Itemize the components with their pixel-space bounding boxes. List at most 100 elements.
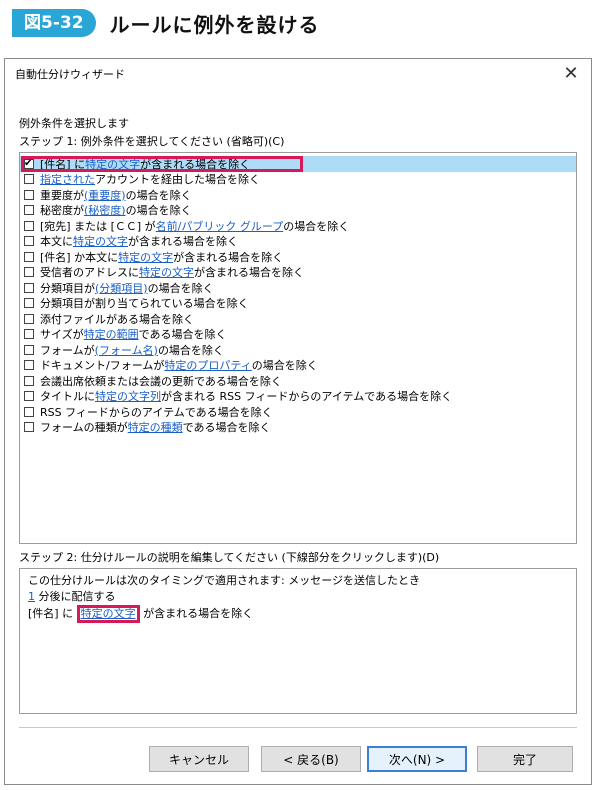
condition-row[interactable]: [件名] に 特定の文字 が含まれる場合を除く: [20, 156, 576, 172]
checkbox[interactable]: [24, 375, 34, 386]
condition-link[interactable]: (重要度): [84, 187, 126, 203]
checkbox[interactable]: [24, 360, 34, 371]
figure-title: ルールに例外を設ける: [109, 12, 320, 37]
checkbox[interactable]: [24, 267, 34, 278]
condition-text: 受信者のアドレスに: [40, 266, 139, 280]
condition-link[interactable]: (フォーム名): [95, 342, 158, 358]
checkbox[interactable]: [24, 298, 34, 309]
close-icon[interactable]: ✕: [561, 64, 581, 84]
condition-text: 会議出席依頼または会議の更新である場合を除く: [40, 374, 282, 388]
description-line-delay: 1 分後に配信する: [28, 589, 568, 605]
condition-text: 本文に: [40, 235, 73, 249]
condition-row[interactable]: フォームが (フォーム名) の場合を除く: [20, 342, 576, 358]
condition-text: である場合を除く: [138, 328, 227, 342]
condition-text: の場合を除く: [125, 188, 192, 202]
condition-text: が含まれる場合を除く: [173, 250, 284, 264]
checkbox[interactable]: [24, 313, 34, 324]
condition-text: ドキュメント/フォームが: [40, 359, 165, 373]
specific-words-link[interactable]: 特定の文字: [81, 607, 136, 620]
condition-link[interactable]: (分類項目): [95, 280, 148, 296]
dialog-title: 自動仕分けウィザード: [15, 68, 125, 81]
condition-link[interactable]: 特定の文字: [73, 233, 128, 249]
checkbox[interactable]: [24, 344, 34, 355]
highlight-frame: 特定の文字: [76, 605, 140, 623]
delay-text: 分後に配信する: [35, 590, 116, 603]
dialog-titlebar: 自動仕分けウィザード ✕: [5, 59, 591, 89]
condition-row[interactable]: サイズが 特定の範囲 である場合を除く: [20, 327, 576, 343]
condition-link[interactable]: 名前/パブリック グループ: [156, 218, 284, 234]
condition-text: 重要度が: [40, 188, 84, 202]
condition-row[interactable]: 分類項目が (分類項目) の場合を除く: [20, 280, 576, 296]
condition-row[interactable]: 添付ファイルがある場合を除く: [20, 311, 576, 327]
condition-row[interactable]: 受信者のアドレスに 特定の文字 が含まれる場合を除く: [20, 265, 576, 281]
condition-link[interactable]: 特定の範囲: [84, 326, 139, 342]
checkbox[interactable]: [24, 220, 34, 231]
condition-row[interactable]: [宛先] または [ＣＣ] が 名前/パブリック グループ の場合を除く: [20, 218, 576, 234]
checkbox[interactable]: [24, 422, 34, 433]
step1-label: ステップ 1: 例外条件を選択してください (省略可)(C): [19, 135, 285, 148]
condition-row[interactable]: 会議出席依頼または会議の更新である場合を除く: [20, 373, 576, 389]
condition-text: 分類項目が: [40, 281, 95, 295]
condition-text: の場合を除く: [157, 343, 224, 357]
button-divider: [19, 727, 577, 728]
condition-text: RSS フィードからのアイテムである場合を除く: [40, 405, 273, 419]
condition-row[interactable]: [件名] か本文に 特定の文字 が含まれる場合を除く: [20, 249, 576, 265]
condition-row[interactable]: 指定された アカウントを経由した場合を除く: [20, 172, 576, 188]
condition-row[interactable]: フォームの種類が 特定の種類 である場合を除く: [20, 420, 576, 436]
condition-row[interactable]: ドキュメント/フォームが 特定のプロパティ の場合を除く: [20, 358, 576, 374]
condition-text: が含まれる RSS フィードからのアイテムである場合を除く: [161, 390, 453, 404]
condition-row[interactable]: 本文に 特定の文字 が含まれる場合を除く: [20, 234, 576, 250]
finish-button[interactable]: 完了: [477, 746, 573, 772]
condition-text: フォームが: [40, 343, 95, 357]
description-line-exception: [件名] に 特定の文字 が含まれる場合を除く: [28, 605, 568, 623]
condition-row[interactable]: 秘密度が (秘密度) の場合を除く: [20, 203, 576, 219]
back-button[interactable]: < 戻る(B): [261, 746, 361, 772]
delay-minutes-link[interactable]: 1: [28, 590, 35, 603]
figure-heading: 図5-32 ルールに例外を設ける: [12, 6, 320, 40]
condition-text: 添付ファイルがある場合を除く: [40, 312, 194, 326]
exception-prefix: [件名] に: [28, 607, 77, 620]
condition-row[interactable]: 分類項目が割り当てられている場合を除く: [20, 296, 576, 312]
next-button[interactable]: 次へ(N) >: [367, 746, 467, 772]
rule-description-box: この仕分けルールは次のタイミングで適用されます: メッセージを送信したとき 1 …: [19, 568, 577, 714]
condition-link[interactable]: (秘密度): [84, 202, 126, 218]
checkbox[interactable]: [24, 205, 34, 216]
highlight-frame: [21, 156, 303, 172]
rules-wizard-dialog: 自動仕分けウィザード ✕ 例外条件を選択します ステップ 1: 例外条件を選択し…: [4, 58, 592, 785]
condition-text: の場合を除く: [283, 219, 350, 233]
figure-number-badge: 図5-32: [12, 9, 96, 37]
exception-heading: 例外条件を選択します: [19, 117, 129, 130]
condition-text: [件名] か本文に: [40, 250, 119, 264]
checkbox[interactable]: [24, 174, 34, 185]
exception-condition-list[interactable]: [件名] に 特定の文字 が含まれる場合を除く指定された アカウントを経由した場…: [19, 152, 577, 544]
condition-text: が含まれる場合を除く: [194, 266, 304, 280]
step2-label: ステップ 2: 仕分けルールの説明を編集してください (下線部分をクリックします…: [19, 551, 440, 564]
condition-link[interactable]: 特定のプロパティ: [164, 357, 251, 373]
condition-link[interactable]: 特定の文字: [139, 264, 194, 280]
checkbox[interactable]: [24, 391, 34, 402]
checkbox[interactable]: [24, 406, 34, 417]
checkbox[interactable]: [24, 251, 34, 262]
exception-suffix: が含まれる場合を除く: [139, 607, 254, 620]
condition-text: 秘密度が: [40, 204, 84, 218]
condition-text: アカウントを経由した場合を除く: [95, 173, 260, 187]
condition-text: の場合を除く: [147, 281, 214, 295]
condition-link[interactable]: 指定された: [40, 171, 95, 187]
condition-text: [宛先] または [ＣＣ] が: [40, 219, 156, 233]
checkbox[interactable]: [24, 236, 34, 247]
condition-text: 分類項目が割り当てられている場合を除く: [40, 297, 249, 311]
checkbox[interactable]: [24, 282, 34, 293]
condition-row[interactable]: 重要度が (重要度) の場合を除く: [20, 187, 576, 203]
checkbox[interactable]: [24, 329, 34, 340]
condition-row[interactable]: タイトルに 特定の文字列 が含まれる RSS フィードからのアイテムである場合を…: [20, 389, 576, 405]
condition-text: の場合を除く: [251, 359, 318, 373]
condition-text: タイトルに: [40, 390, 95, 404]
condition-text: フォームの種類が: [40, 421, 128, 435]
condition-row[interactable]: RSS フィードからのアイテムである場合を除く: [20, 404, 576, 420]
condition-link[interactable]: 特定の種類: [128, 419, 183, 435]
checkbox[interactable]: [24, 189, 34, 200]
condition-link[interactable]: 特定の文字: [118, 249, 173, 265]
cancel-button[interactable]: キャンセル: [149, 746, 249, 772]
condition-text: サイズが: [40, 328, 84, 342]
condition-link[interactable]: 特定の文字列: [95, 388, 161, 404]
